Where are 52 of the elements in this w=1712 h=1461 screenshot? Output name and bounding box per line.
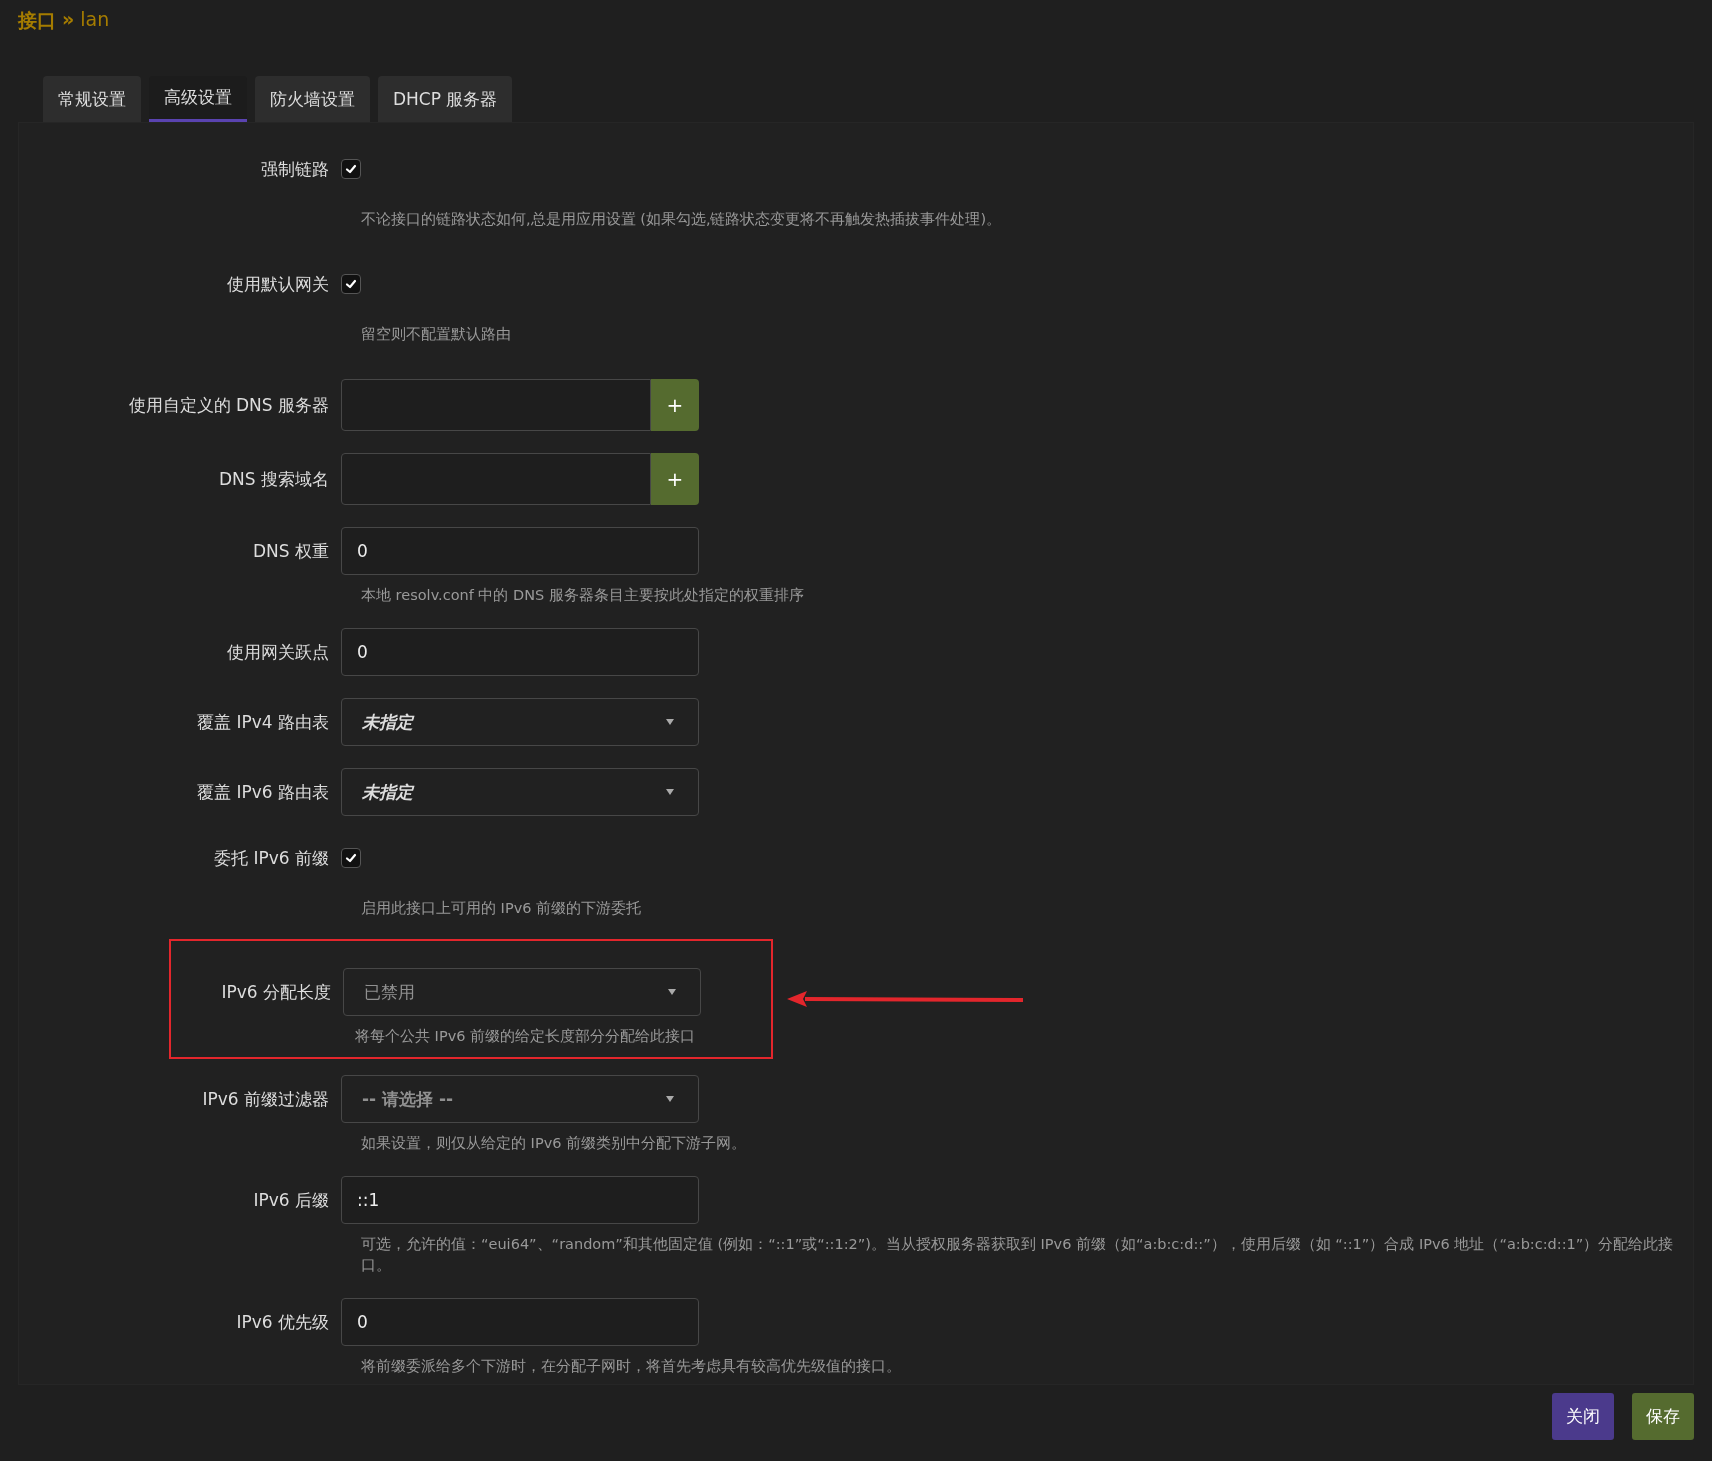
input-field[interactable]: ::1 (341, 1176, 699, 1224)
add-button[interactable]: + (651, 379, 699, 431)
help-text: 将前缀委派给多个下游时，在分配子网时，将首先考虑具有较高优先级值的接口。 (361, 1357, 902, 1376)
field-label: 强制链路 (260, 157, 330, 181)
field-label: 委托 IPv6 前缀 (213, 846, 330, 870)
help-text: 可选，允许的值：“eui64”、“random”和其他固定值 (例如：“::1”或“::1:2”)。当从授权服务器获取到 IPv6 前缀（如“a:b:c:d::”），使用后缀（如 “::1”）合成 IPv6 地址（“a:b:c:d::1”）分配给此接口。 (361, 1235, 1675, 1275)
input-field[interactable]: 0 (341, 628, 699, 676)
field-label: 使用自定义的 DNS 服务器 (127, 393, 330, 417)
close-button[interactable]: 关闭 (1552, 1393, 1614, 1440)
field-label: IPv6 分配长度 (220, 980, 332, 1004)
checkmark-icon (345, 852, 357, 864)
field-label: 覆盖 IPv4 路由表 (196, 710, 330, 734)
save-button[interactable]: 保存 (1632, 1393, 1694, 1440)
caret-icon (666, 789, 674, 795)
field-label: DNS 搜索域名 (218, 467, 330, 491)
help-text: 如果设置，则仅从给定的 IPv6 前缀类别中分配下游子网。 (361, 1134, 748, 1153)
field-label: IPv6 后缀 (252, 1188, 330, 1212)
checkbox[interactable] (341, 848, 361, 868)
tab[interactable]: 常规设置 (43, 76, 141, 122)
help-text: 留空则不配置默认路由 (361, 325, 512, 344)
breadcrumb-link[interactable]: 接口 (18, 8, 56, 34)
field-label: DNS 权重 (252, 539, 330, 563)
checkbox[interactable] (341, 159, 361, 179)
input-field[interactable] (341, 379, 651, 431)
checkmark-icon (345, 278, 357, 290)
field-label: 覆盖 IPv6 路由表 (196, 780, 330, 804)
dropdown[interactable]: 已禁用 (343, 968, 701, 1016)
help-text: 不论接口的链路状态如何,总是用应用设置 (如果勾选,链路状态变更将不再触发热插拔事件处理)。 (361, 210, 1003, 229)
dropdown[interactable]: 未指定 (341, 698, 699, 746)
add-button[interactable]: + (651, 453, 699, 505)
tab[interactable]: 防火墙设置 (255, 76, 370, 122)
caret-icon (666, 719, 674, 725)
field-label: 使用默认网关 (226, 272, 330, 296)
help-text: 将每个公共 IPv6 前缀的给定长度部分分配给此接口 (355, 1027, 697, 1046)
checkbox[interactable] (341, 274, 361, 294)
field-label: IPv6 前缀过滤器 (201, 1087, 330, 1111)
input-field[interactable]: 0 (341, 527, 699, 575)
input-field[interactable]: 0 (341, 1298, 699, 1346)
checkmark-icon (345, 163, 357, 175)
dropdown[interactable]: -- 请选择 -- (341, 1075, 699, 1123)
caret-icon (668, 989, 676, 995)
tab[interactable]: DHCP 服务器 (378, 76, 513, 122)
field-label: IPv6 优先级 (235, 1310, 330, 1334)
help-text: 本地 resolv.conf 中的 DNS 服务器条目主要按此处指定的权重排序 (361, 586, 805, 605)
caret-icon (666, 1096, 674, 1102)
field-label: 使用网关跃点 (226, 640, 330, 664)
dropdown[interactable]: 未指定 (341, 768, 699, 816)
input-field[interactable] (341, 453, 651, 505)
breadcrumb-current: lan (80, 8, 110, 30)
breadcrumb-separator: » (62, 8, 75, 30)
tab[interactable]: 高级设置 (149, 76, 247, 122)
help-text: 启用此接口上可用的 IPv6 前缀的下游委托 (361, 899, 643, 918)
